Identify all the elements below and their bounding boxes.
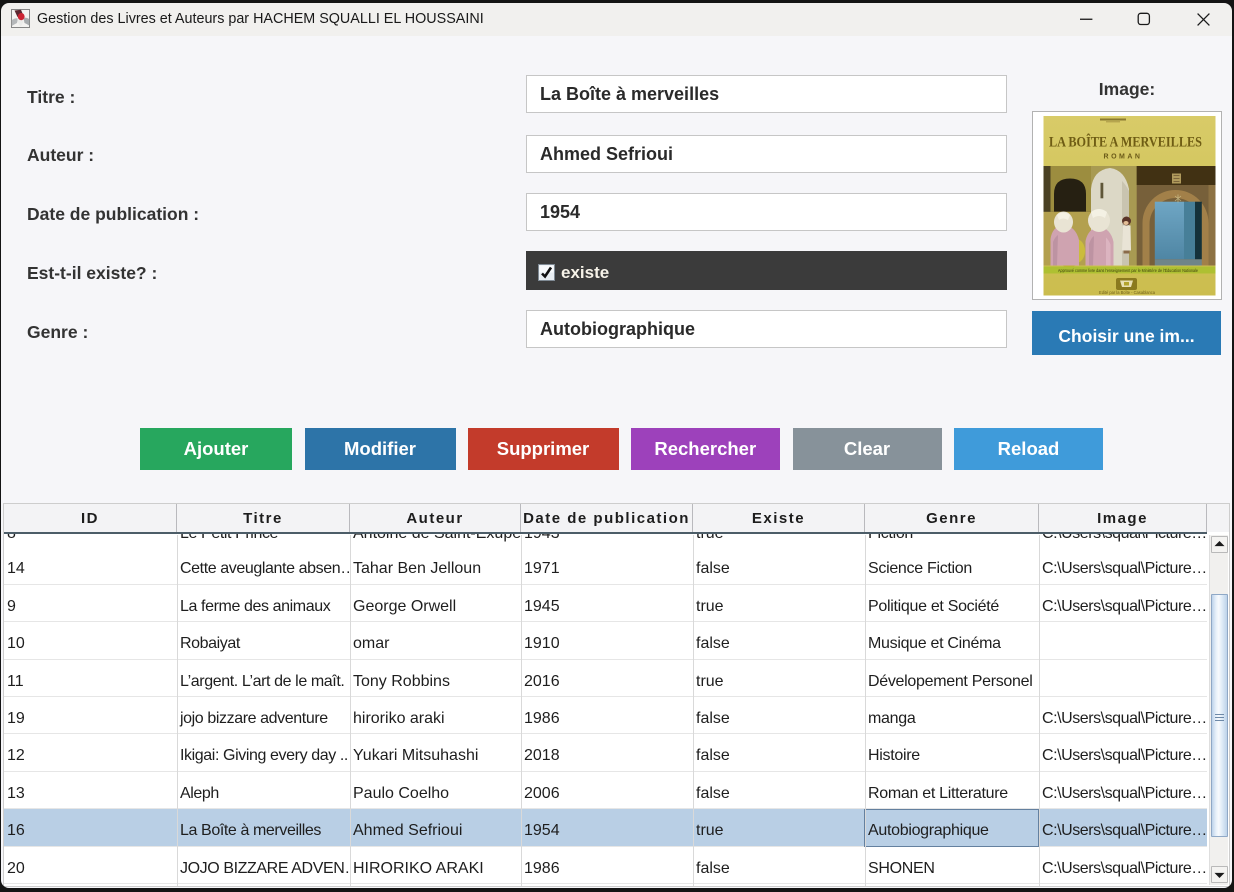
svg-text:ROMAN: ROMAN (1104, 154, 1143, 161)
svg-text:LA BOÎTE A MERVEILLES: LA BOÎTE A MERVEILLES (1049, 134, 1202, 151)
svg-text:Edité par la Boîte - Casablanc: Edité par la Boîte - Casablanca (1099, 290, 1155, 295)
svg-text:Approuvé comme livre dans l'en: Approuvé comme livre dans l'enseignement… (1058, 267, 1198, 274)
